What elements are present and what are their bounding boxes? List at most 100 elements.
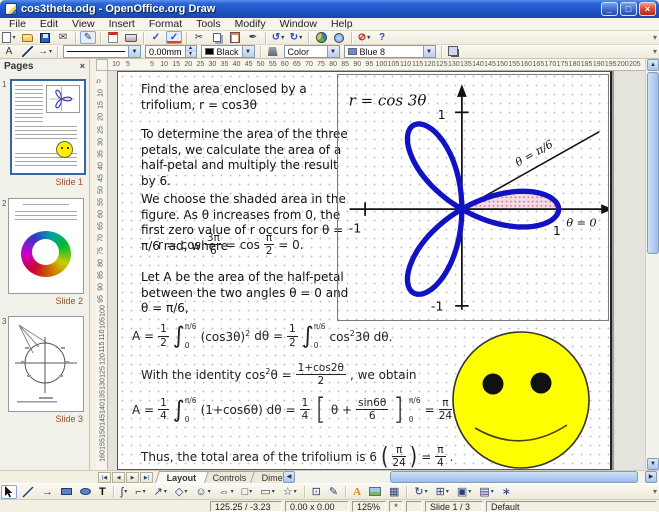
zoom-icon[interactable]: ⊘▾ [356,31,372,44]
line-width-stepper[interactable]: 0.00mm ▲▼ [145,45,197,58]
chevron-down-icon[interactable]: ▼ [128,46,140,57]
extrusion-tool[interactable]: ▤▾ [476,485,496,499]
from-file-tool[interactable] [366,485,384,499]
glue-points-tool[interactable]: ✎ [326,485,341,499]
rotate-tool[interactable]: ↻▾ [411,485,430,499]
connector-tool[interactable]: ⌐▾ [132,485,148,499]
formula-r-zero[interactable]: r = cos 3π6 = cos π2 = 0. [158,232,304,257]
menu-view[interactable]: View [65,18,102,30]
styles-formatting-icon[interactable]: A [1,45,17,58]
menu-modify[interactable]: Modify [228,18,273,30]
export-pdf-icon[interactable] [105,31,121,44]
help-icon[interactable]: ? [374,31,390,44]
open-icon[interactable] [19,31,35,44]
paragraph[interactable]: Let A be the area of the half-petal betw… [141,270,359,317]
scroll-right-icon[interactable]: ▶ [645,471,657,483]
curve-tool[interactable]: ʃ▾ [118,485,130,499]
zoom-level[interactable]: 125% [352,501,386,512]
area-icon[interactable] [265,45,281,58]
navigator-icon[interactable] [331,31,347,44]
first-layer-icon[interactable]: |◀ [98,472,111,483]
copy-icon[interactable] [209,31,225,44]
title-bar[interactable]: cos3theta.odg - OpenOffice.org Draw _ □ … [0,0,659,18]
print-icon[interactable] [123,31,139,44]
slide-thumbnail-3[interactable] [8,316,84,412]
vertical-scroll-thumb[interactable] [647,72,659,254]
tab-layout[interactable]: Layout [155,471,208,483]
basic-shapes-tool[interactable]: ◇▾ [172,485,190,499]
chart-icon[interactable] [313,31,329,44]
callouts-tool[interactable]: ▭▾ [257,485,277,499]
undo-icon[interactable]: ↺▾ [270,31,286,44]
horizontal-scrollbar[interactable]: ◀ ▶ [283,471,659,483]
next-layer-icon[interactable]: ▶ [126,472,139,483]
scroll-left-icon[interactable]: ◀ [283,471,295,483]
slide-label[interactable]: Slide 2 [55,296,83,306]
menu-help[interactable]: Help [324,18,360,30]
arrow-style-icon[interactable]: →▾ [37,45,53,58]
save-icon[interactable] [37,31,53,44]
smiley-face[interactable] [448,330,594,470]
chevron-down-icon[interactable]: ▼ [242,46,254,57]
line-color-select[interactable]: Black ▼ [201,45,255,58]
interaction-tool[interactable]: ∗ [499,485,514,499]
scroll-down-icon[interactable]: ▼ [647,458,659,470]
stars-tool[interactable]: ☆▾ [280,485,300,499]
formula-area-integral[interactable]: A = 12 ∫π/60 (cos3θ)2 dθ = 12 ∫π/60 cos2… [132,322,392,350]
rectangle-tool[interactable] [58,485,75,499]
symbol-shapes-tool[interactable]: ☺▾ [192,485,213,499]
chevron-down-icon[interactable]: ▼ [327,46,339,57]
ellipse-tool[interactable] [77,485,94,499]
line-tool[interactable] [19,485,37,499]
fontwork-gallery-tool[interactable]: A [350,485,364,499]
minimize-button[interactable]: _ [601,2,618,16]
lines-arrows-tool[interactable]: ↗▾ [151,485,170,499]
slide-thumbnail-1[interactable] [10,79,86,175]
maximize-button[interactable]: □ [620,2,637,16]
paragraph[interactable]: Find the area enclosed by a trifolium, r… [141,82,347,113]
slide-label[interactable]: Slide 1 [55,177,83,187]
line-style-select[interactable]: ▼ [63,45,141,58]
toolbar-overflow-icon[interactable]: ▾ [653,33,657,42]
text-tool[interactable]: T [96,485,109,499]
block-arrows-tool[interactable]: ⇔▾ [216,485,237,499]
shadow-icon[interactable] [446,45,462,58]
scroll-up-icon[interactable]: ▲ [647,59,659,71]
vertical-scrollbar[interactable]: ▲ ▼ [645,59,659,470]
spin-down-icon[interactable]: ▼ [186,52,196,58]
menu-window[interactable]: Window [273,18,324,30]
menu-format[interactable]: Format [142,18,189,30]
new-icon[interactable]: ▾ [1,31,17,44]
area-fill-select[interactable]: Blue 8 ▼ [344,45,436,58]
arrange-tool[interactable]: ▣▾ [454,485,474,499]
area-style-select[interactable]: Color ▼ [284,45,340,58]
menu-tools[interactable]: Tools [189,18,228,30]
slide-thumbnail-2[interactable] [8,198,84,294]
trifolium-figure[interactable]: r = cos 3θ -1 1 1 -1 θ = 0 θ = π/6 [337,74,609,321]
select-tool[interactable] [1,485,17,499]
page-style[interactable]: Default [486,501,656,512]
redo-icon[interactable]: ↻▾ [288,31,304,44]
edit-points-tool[interactable]: ⊡ [309,485,324,499]
alignment-tool[interactable]: ⊞▾ [433,485,452,499]
conclusion-line[interactable]: Thus, the total area of the trifolium is… [141,444,453,469]
menu-file[interactable]: File [2,18,33,30]
cut-icon[interactable]: ✂ [191,31,207,44]
chevron-down-icon[interactable]: ▼ [423,46,435,57]
gallery-tool[interactable]: ▦ [386,485,402,499]
menu-insert[interactable]: Insert [102,18,142,30]
email-icon[interactable]: ✉ [55,31,71,44]
identity-line[interactable]: With the identity cos2θ = 1+cos2θ2 , we … [141,362,417,387]
format-paintbrush-icon[interactable]: ✒ [245,31,261,44]
auto-spellcheck-icon[interactable]: ✓ [166,31,182,44]
line-tool-icon[interactable] [19,45,35,58]
close-icon[interactable]: × [80,61,85,71]
toolbar-overflow-icon[interactable]: ▾ [653,47,657,56]
arrow-tool[interactable]: → [39,485,56,499]
toolbar-overflow-icon[interactable]: ▾ [653,487,657,496]
paragraph[interactable]: To determine the area of the three petal… [141,127,353,189]
previous-layer-icon[interactable]: ◀ [112,472,125,483]
drawing-canvas[interactable]: Find the area enclosed by a trifolium, r… [108,71,645,470]
slide-label[interactable]: Slide 3 [55,414,83,424]
spellcheck-icon[interactable]: ✓ [148,31,164,44]
